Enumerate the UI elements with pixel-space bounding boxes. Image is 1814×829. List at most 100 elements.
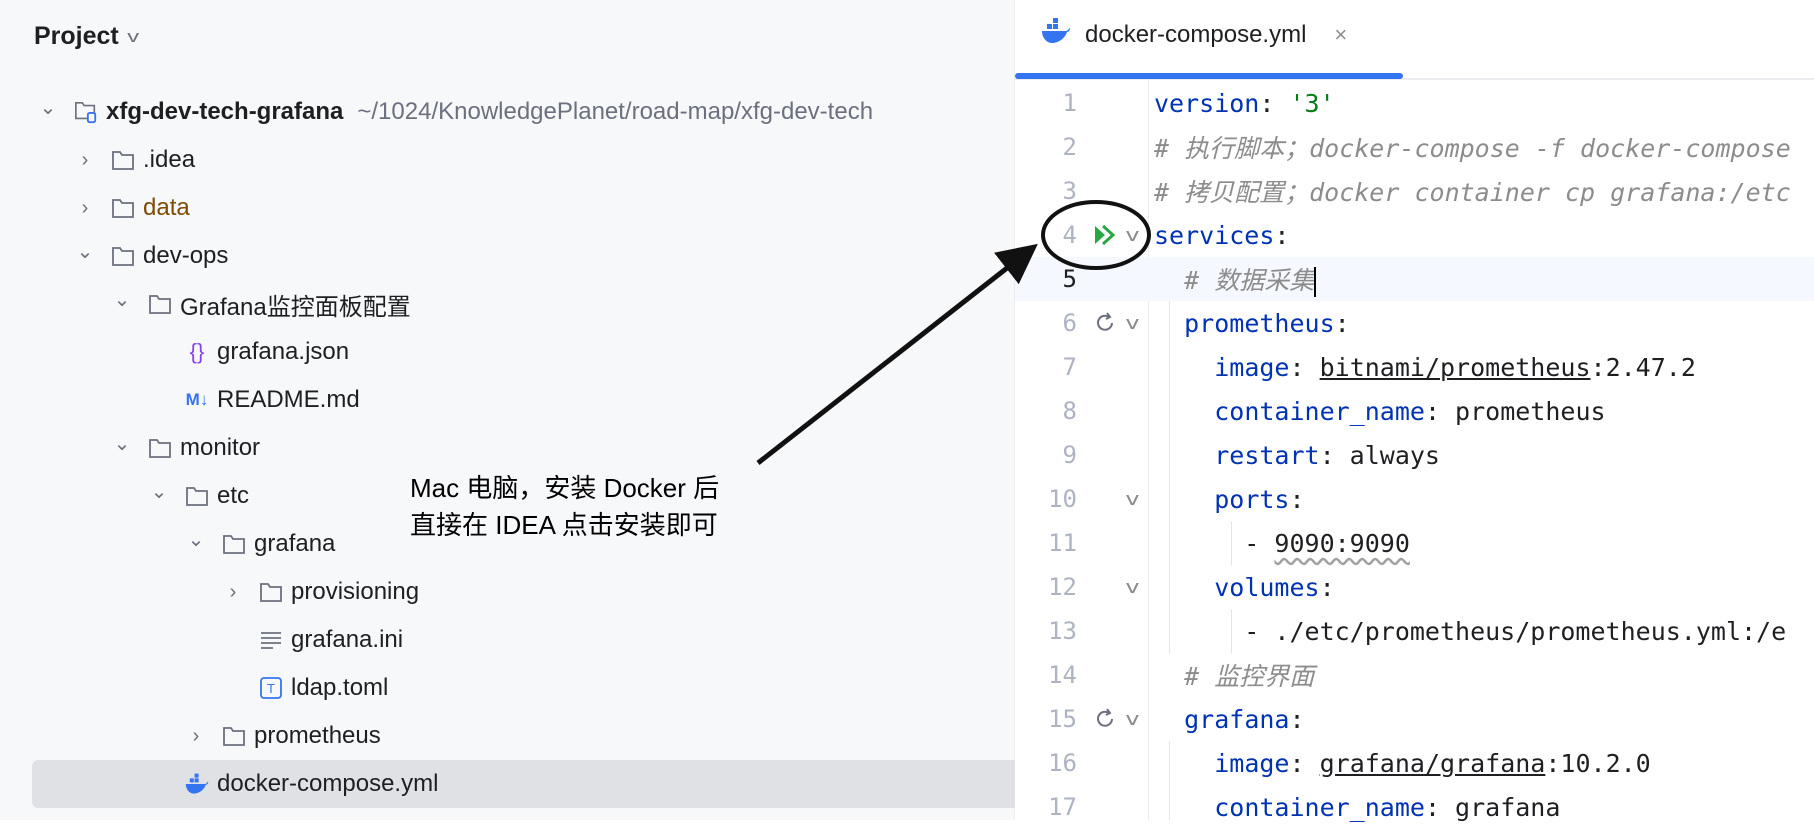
tree-item[interactable]: ⌄ monitor [0, 424, 260, 472]
chevron-down-icon[interactable]: ⌄ [75, 239, 95, 264]
fold-chevron-icon[interactable]: v [1125, 489, 1140, 510]
code-token: : grafana [1424, 792, 1561, 822]
code-line[interactable]: 11 - 9090:9090 [1015, 521, 1814, 565]
folder-icon [148, 292, 172, 316]
tree-item[interactable]: ⌄ dev-ops [0, 232, 229, 280]
tree-item-path: ~/1024/KnowledgePlanet/road-map/xfg-dev-… [357, 98, 874, 125]
code-token: restart [1214, 440, 1320, 470]
project-view-selector[interactable]: Project v [34, 22, 139, 51]
code-line[interactable]: 9 restart: always [1015, 433, 1814, 477]
tree-item[interactable]: › data [0, 184, 190, 232]
toml-file-icon: T [259, 676, 283, 700]
annotation-line-1: Mac 电脑，安装 Docker 后 [410, 473, 720, 503]
tree-item-label: grafana.ini [291, 626, 404, 653]
fold-chevron-icon[interactable]: v [1125, 313, 1140, 334]
line-number: 5 [1062, 265, 1077, 293]
code-token: # 数据采集 [1184, 266, 1315, 295]
code-token: : prometheus [1424, 396, 1606, 426]
chevron-down-icon[interactable]: ⌄ [38, 95, 58, 120]
markdown-file-icon: M↓ [185, 390, 209, 409]
code-token: : [1289, 748, 1320, 778]
tree-item[interactable]: docker-compose.yml [32, 760, 1106, 808]
code-token: volumes [1214, 572, 1320, 602]
code-text: volumes: [1154, 572, 1335, 602]
chevron-right-icon[interactable]: › [186, 725, 206, 748]
code-token: image [1214, 748, 1290, 778]
code-token: '3' [1289, 88, 1335, 118]
code-line[interactable]: 8 container_name: prometheus [1015, 389, 1814, 433]
close-tab-icon[interactable]: × [1334, 22, 1347, 48]
tree-item-label: .idea [143, 146, 196, 173]
tree-item-label: ldap.toml [291, 674, 389, 701]
tree-item[interactable]: › prometheus [0, 712, 381, 760]
tab-label: docker-compose.yml [1085, 20, 1307, 48]
fold-chevron-icon[interactable]: v [1125, 225, 1140, 246]
code-line[interactable]: 6 v prometheus: [1015, 301, 1814, 345]
chevron-right-icon[interactable]: › [223, 581, 243, 604]
code-line[interactable]: 13 - ./etc/prometheus/prometheus.yml:/e [1015, 609, 1814, 653]
code-line[interactable]: 7 image: bitnami/prometheus:2.47.2 [1015, 345, 1814, 389]
annotation-text: Mac 电脑，安装 Docker 后 直接在 IDEA 点击安装即可 [410, 470, 719, 544]
code-line[interactable]: 16 image: grafana/grafana:10.2.0 [1015, 741, 1814, 785]
tree-item[interactable]: Tldap.toml [0, 664, 388, 712]
code-line[interactable]: 12 v volumes: [1015, 565, 1814, 609]
code-line[interactable]: 14 # 监控界面 [1015, 653, 1814, 697]
code-text: image: grafana/grafana:10.2.0 [1154, 749, 1651, 778]
code-token: grafana/grafana [1319, 748, 1546, 778]
code-text: restart: always [1154, 441, 1440, 470]
code-line[interactable]: 5 # 数据采集 [1015, 257, 1814, 301]
folder-icon [222, 724, 246, 748]
line-number: 17 [1048, 793, 1077, 821]
code-token: : [1259, 88, 1290, 118]
code-line[interactable]: 2 # 执行脚本；docker-compose -f docker-compose [1015, 125, 1814, 169]
chevron-right-icon[interactable]: › [75, 197, 95, 220]
run-all-icon[interactable] [1091, 224, 1119, 246]
tree-item-label: etc [217, 482, 250, 509]
code-token: : [1289, 484, 1305, 514]
code-line[interactable]: 10 v ports: [1015, 477, 1814, 521]
code-line[interactable]: 17 container_name: grafana [1015, 785, 1814, 829]
line-number: 6 [1062, 309, 1077, 337]
tree-item[interactable]: › provisioning [0, 568, 419, 616]
fold-chevron-icon[interactable]: v [1125, 577, 1140, 598]
project-panel: Project v ⌄ xfg-dev-tech-grafana ~/1024/Kn… [0, 0, 1106, 820]
chevron-right-icon[interactable]: › [75, 149, 95, 172]
code-text: # 数据采集 [1154, 261, 1317, 297]
fold-chevron-icon[interactable]: v [1125, 709, 1140, 730]
tree-item[interactable]: M↓ README.md [0, 376, 360, 424]
code-line[interactable]: 3 # 拷贝配置；docker container cp grafana:/etc [1015, 169, 1814, 213]
code-line[interactable]: 15 v grafana: [1015, 697, 1814, 741]
docker-icon [1041, 18, 1071, 51]
tab-docker-compose[interactable]: docker-compose.yml × [1041, 18, 1347, 51]
tree-item[interactable]: ⌄ xfg-dev-tech-grafana ~/1024/KnowledgePla… [0, 88, 873, 136]
tree-item-label: Grafana监控面板配置 [180, 293, 411, 321]
tree-item[interactable]: grafana.ini [0, 616, 403, 664]
chevron-down-icon[interactable]: ⌄ [149, 479, 169, 504]
tree-item[interactable]: ⌄ grafana [0, 520, 336, 568]
code-token: # 监控界面 [1184, 662, 1315, 691]
code-token: - ./etc/prometheus/prometheus.yml:/e [1154, 616, 1787, 646]
code-text: container_name: prometheus [1154, 396, 1606, 426]
restart-icon[interactable] [1091, 707, 1119, 731]
tree-item[interactable]: ⌄ Grafana监控面板配置 [0, 280, 411, 328]
code-token: image [1214, 352, 1290, 382]
code-token: # 执行脚本；docker-compose -f docker-compose [1154, 134, 1791, 163]
folder-icon [111, 148, 135, 172]
chevron-down-icon[interactable]: ⌄ [112, 287, 132, 312]
docker-icon [185, 772, 209, 796]
code-line[interactable]: 1 version: '3' [1015, 81, 1814, 125]
tree-item[interactable]: {} grafana.json [0, 328, 349, 376]
restart-icon[interactable] [1091, 311, 1119, 335]
tree-item[interactable]: › .idea [0, 136, 195, 184]
chevron-down-icon[interactable]: ⌄ [112, 431, 132, 456]
code-text: # 拷贝配置；docker container cp grafana:/etc [1154, 173, 1791, 209]
code-text: # 监控界面 [1154, 657, 1314, 693]
code-line[interactable]: 4 v services: [1015, 213, 1814, 257]
line-number: 7 [1062, 353, 1077, 381]
tree-item[interactable]: ⌄ etc [0, 472, 249, 520]
chevron-down-icon[interactable]: ⌄ [186, 527, 206, 552]
code-token: : [1319, 572, 1335, 602]
